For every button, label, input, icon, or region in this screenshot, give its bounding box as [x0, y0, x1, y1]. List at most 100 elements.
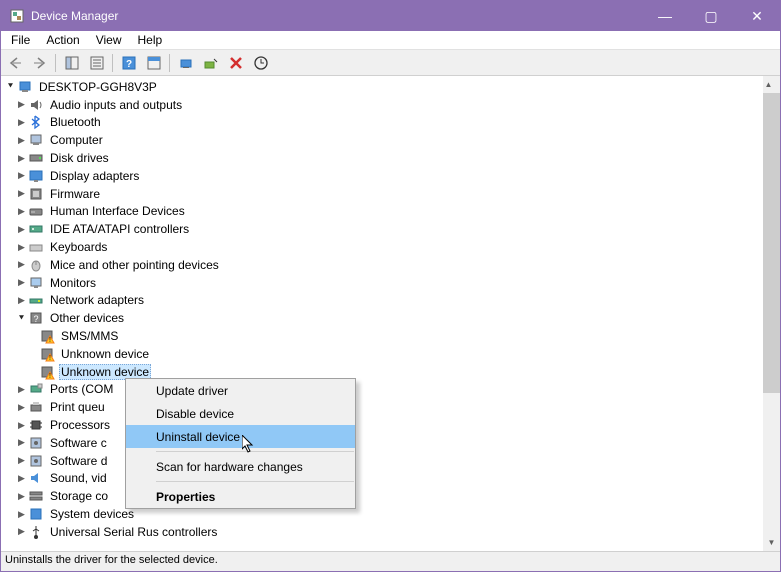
expand-arrow-icon[interactable]: ▶ [16, 473, 27, 484]
properties-button[interactable] [85, 52, 108, 74]
expand-arrow-icon[interactable]: ▶ [16, 135, 27, 146]
menu-view[interactable]: View [88, 32, 130, 48]
tree-category[interactable]: ▶Audio inputs and outputs [5, 96, 776, 114]
expand-arrow-icon[interactable]: ▶ [16, 99, 27, 110]
tree-category[interactable]: ▶Storage co [5, 487, 776, 505]
tree-category[interactable]: ▶ Software c [5, 434, 776, 452]
expand-arrow-icon[interactable]: ▶ [16, 170, 27, 181]
tree-category[interactable]: ▶Processors [5, 416, 776, 434]
toolbar-separator [169, 54, 170, 72]
svg-text:?: ? [125, 59, 131, 70]
device-tree[interactable]: ⯆DESKTOP-GGH8V3P▶Audio inputs and output… [1, 76, 780, 543]
ports-icon [28, 381, 44, 397]
tree-category[interactable]: ▶Human Interface Devices [5, 203, 776, 221]
hid-icon [28, 203, 44, 219]
expand-arrow-icon[interactable]: ▶ [16, 420, 27, 431]
scrollbar[interactable]: ▲ ▼ [763, 76, 780, 551]
tree-item-label: IDE ATA/ATAPI controllers [48, 222, 191, 236]
tree-device[interactable]: !SMS/MMS [5, 327, 776, 345]
content-area: ⯆DESKTOP-GGH8V3P▶Audio inputs and output… [1, 76, 780, 551]
svg-text:?: ? [33, 314, 38, 324]
cpu-icon [28, 417, 44, 433]
warn-icon: ! [39, 328, 55, 344]
update-driver-button[interactable] [174, 52, 197, 74]
tree-category[interactable]: ▶Print queu [5, 398, 776, 416]
scan-hardware-button[interactable] [249, 52, 272, 74]
tree-category[interactable]: ▶ Mice and other pointing devices [5, 256, 776, 274]
tree-category[interactable]: ▶ Disk drives [5, 149, 776, 167]
expand-arrow-icon[interactable]: ▶ [16, 384, 27, 395]
tree-category[interactable]: ▶ Keyboards [5, 238, 776, 256]
maximize-button[interactable]: ▢ [688, 1, 734, 31]
menu-help[interactable]: Help [130, 32, 171, 48]
menu-separator [156, 451, 354, 452]
action-button[interactable] [142, 52, 165, 74]
context-menu-item[interactable]: Uninstall device [126, 425, 355, 448]
expand-arrow-icon[interactable]: ▶ [16, 526, 27, 537]
tree-item-label: Universal Serial Rus controllers [48, 525, 219, 539]
computer-root-icon [17, 79, 33, 95]
close-button[interactable]: ✕ [734, 1, 780, 31]
expand-arrow-icon[interactable]: ▶ [16, 259, 27, 270]
expand-arrow-icon[interactable]: ▶ [16, 206, 27, 217]
tree-category[interactable]: ⯆?Other devices [5, 309, 776, 327]
tree-item-label: Keyboards [48, 240, 109, 254]
tree-item-label: Software d [48, 454, 109, 468]
sound-icon [28, 470, 44, 486]
tree-item-label: Mice and other pointing devices [48, 258, 221, 272]
expand-arrow-icon[interactable]: ▶ [16, 224, 27, 235]
back-button[interactable] [3, 52, 26, 74]
tree-category[interactable]: ▶Bluetooth [5, 114, 776, 132]
tree-category[interactable]: ▶Sound, vid [5, 470, 776, 488]
expand-arrow-icon[interactable]: ▶ [16, 242, 27, 253]
tree-item-label: Ports (COM [48, 382, 115, 396]
uninstall-button[interactable] [224, 52, 247, 74]
context-menu-item[interactable]: Scan for hardware changes [126, 455, 355, 478]
tree-category[interactable]: ▶Firmware [5, 185, 776, 203]
context-menu-item[interactable]: Disable device [126, 402, 355, 425]
tree-root[interactable]: ⯆DESKTOP-GGH8V3P [5, 78, 776, 96]
expand-arrow-icon[interactable]: ▶ [16, 455, 27, 466]
tree-device[interactable]: !Unknown device [5, 345, 776, 363]
tree-category[interactable]: ▶ IDE ATA/ATAPI controllers [5, 220, 776, 238]
tree-category[interactable]: ▶ Monitors [5, 274, 776, 292]
expand-arrow-icon[interactable]: ▶ [16, 117, 27, 128]
tree-device[interactable]: !Unknown device [5, 363, 776, 381]
expand-arrow-icon[interactable]: ⯆ [16, 313, 27, 324]
menu-file[interactable]: File [3, 32, 38, 48]
tree-category[interactable]: ▶Display adapters [5, 167, 776, 185]
expand-arrow-icon[interactable]: ▶ [16, 277, 27, 288]
tree-category[interactable]: ▶Computer [5, 131, 776, 149]
expand-arrow-icon[interactable]: ▶ [16, 188, 27, 199]
scroll-thumb[interactable] [763, 93, 780, 393]
expand-arrow-icon[interactable]: ▶ [16, 402, 27, 413]
help-button[interactable]: ? [117, 52, 140, 74]
tree-item-label: Software c [48, 436, 109, 450]
other-icon: ? [28, 310, 44, 326]
tree-category[interactable]: ▶System devices [5, 505, 776, 523]
tree-item-label: Monitors [48, 276, 98, 290]
expand-arrow-icon[interactable]: ▶ [16, 509, 27, 520]
show-hide-tree-button[interactable] [60, 52, 83, 74]
tree-category[interactable]: ▶Network adapters [5, 292, 776, 310]
minimize-button[interactable]: — [642, 1, 688, 31]
expand-arrow-icon[interactable]: ⯆ [5, 81, 16, 92]
context-menu: Update driverDisable deviceUninstall dev… [125, 378, 356, 509]
expand-arrow-icon[interactable]: ▶ [16, 295, 27, 306]
expand-arrow-icon[interactable]: ▶ [16, 491, 27, 502]
scroll-down-arrow[interactable]: ▼ [763, 534, 780, 551]
tree-category[interactable]: ▶ Software d [5, 452, 776, 470]
expand-arrow-icon[interactable]: ▶ [16, 437, 27, 448]
svg-text:!: ! [49, 355, 51, 362]
enable-button[interactable] [199, 52, 222, 74]
menu-action[interactable]: Action [38, 32, 87, 48]
tree-item-label: Disk drives [48, 151, 111, 165]
forward-button[interactable] [28, 52, 51, 74]
context-menu-item[interactable]: Update driver [126, 379, 355, 402]
computer-icon [28, 132, 44, 148]
context-menu-item[interactable]: Properties [126, 485, 355, 508]
scroll-up-arrow[interactable]: ▲ [763, 76, 774, 93]
expand-arrow-icon[interactable]: ▶ [16, 153, 27, 164]
tree-category[interactable]: ▶ Universal Serial Rus controllers [5, 523, 776, 541]
tree-category[interactable]: ▶ Ports (COM [5, 381, 776, 399]
